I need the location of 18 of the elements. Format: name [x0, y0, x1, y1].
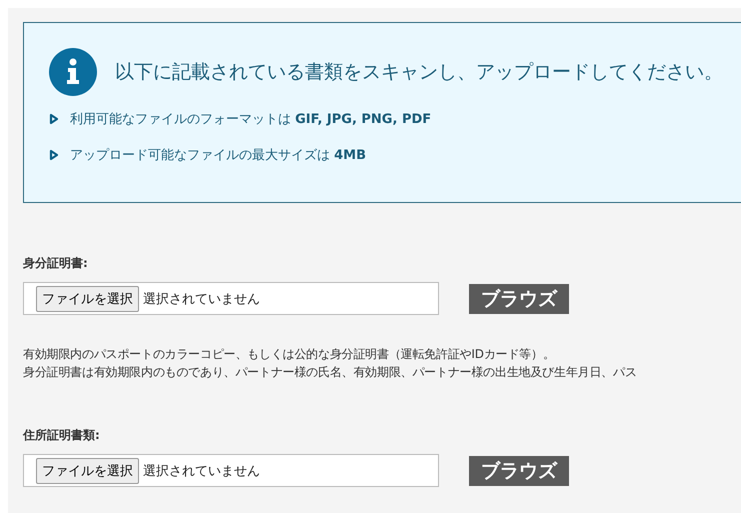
browse-button[interactable]: ブラウズ: [469, 284, 569, 314]
choose-file-button[interactable]: ファイルを選択: [36, 286, 139, 312]
file-input[interactable]: ファイルを選択 選択されていません: [23, 282, 439, 315]
choose-file-button[interactable]: ファイルを選択: [36, 458, 139, 484]
note-text: 有効期限内のパスポートのカラーコピー、もしくは公的な身分証明書（運転免許証やIDカード等）。: [23, 346, 556, 363]
browse-button[interactable]: ブラウズ: [469, 456, 569, 486]
bullet-text: 利用可能なファイルのフォーマットは GIF, JPG, PNG, PDF: [70, 111, 432, 128]
triangle-icon: [49, 113, 59, 125]
file-status: 選択されていません: [143, 462, 260, 480]
notice-heading: 以下に記載されている書類をスキャンし、アップロードしてください。: [115, 60, 723, 85]
note-text: 身分証明書は有効期限内のものであり、パートナー様の氏名、有効期限、パートナー様の出生地及び生年月日、パス: [23, 364, 638, 381]
field-label: 住所証明書類:: [23, 427, 101, 444]
file-input[interactable]: ファイルを選択 選択されていません: [23, 454, 439, 487]
field-label: 身分証明書:: [23, 255, 89, 272]
info-icon: [49, 48, 97, 96]
bullet-text: アップロード可能なファイルの最大サイズは 4MB: [70, 147, 366, 164]
triangle-icon: [49, 149, 59, 161]
file-status: 選択されていません: [143, 290, 260, 308]
